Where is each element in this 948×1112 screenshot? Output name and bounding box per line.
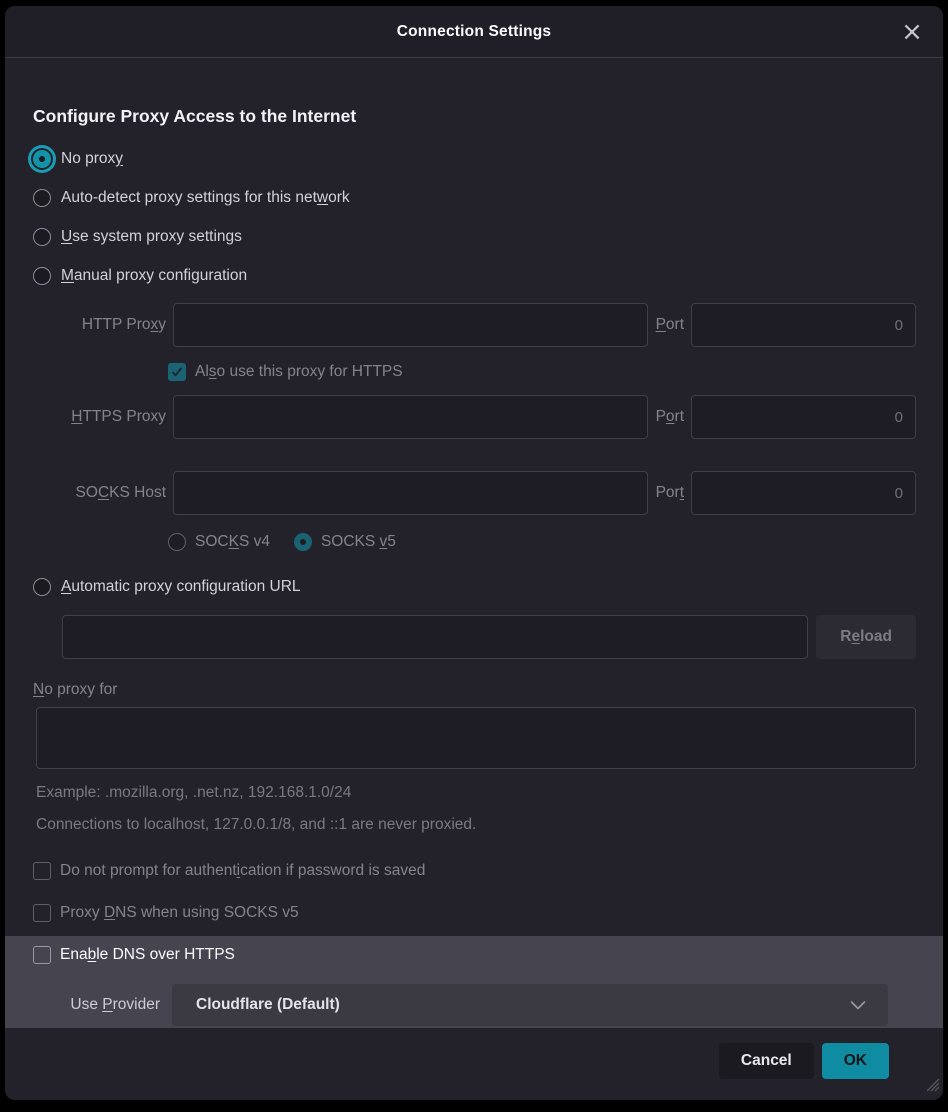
radio-manual-proxy-label: Manual proxy configuration — [61, 267, 247, 285]
connection-settings-dialog: Connection Settings × Configure Proxy Ac… — [5, 6, 943, 1100]
https-port-label: Port — [648, 408, 691, 426]
dns-over-https-section: Enable DNS over HTTPS Use Provider Cloud… — [5, 936, 943, 1028]
dialog-titlebar: Connection Settings × — [5, 6, 943, 58]
http-proxy-input[interactable] — [173, 303, 648, 347]
no-proxy-for-label: No proxy for — [33, 681, 916, 699]
radio-no-proxy[interactable]: No proxy — [33, 139, 916, 178]
radio-no-proxy-label: No proxy — [61, 150, 123, 168]
check-icon — [171, 366, 183, 378]
radio-button-icon[interactable] — [33, 189, 51, 207]
socks-host-input[interactable] — [173, 471, 648, 515]
radio-button-icon[interactable] — [33, 150, 51, 168]
radio-auto-url-label: Automatic proxy configuration URL — [61, 578, 301, 596]
checkbox-share-proxy[interactable]: Also use this proxy for HTTPS — [168, 363, 916, 381]
auto-config-url-input[interactable] — [62, 615, 808, 659]
http-port-label: Port — [648, 316, 691, 334]
provider-row: Use Provider Cloudflare (Default) — [28, 984, 916, 1026]
socks-version-group: SOCKS v4 SOCKS v5 — [168, 529, 916, 555]
radio-auto-detect-label: Auto-detect proxy settings for this netw… — [61, 189, 350, 207]
checkbox-icon[interactable] — [168, 363, 186, 381]
provider-dropdown-value: Cloudflare (Default) — [196, 996, 850, 1014]
provider-dropdown[interactable]: Cloudflare (Default) — [172, 984, 888, 1026]
radio-button-icon[interactable] — [33, 228, 51, 246]
ok-button[interactable]: OK — [822, 1043, 889, 1079]
radio-socks5-label: SOCKS v5 — [321, 533, 396, 551]
checkbox-icon[interactable] — [33, 904, 51, 922]
auto-url-row: Reload — [62, 615, 916, 659]
radio-socks4-label: SOCKS v4 — [195, 533, 270, 551]
chevron-down-icon — [850, 1001, 866, 1010]
checkbox-enable-doh-label: Enable DNS over HTTPS — [60, 946, 235, 964]
no-proxy-note-text: Connections to localhost, 127.0.0.1/8, a… — [36, 816, 916, 834]
use-provider-label: Use Provider — [28, 996, 172, 1014]
checkbox-proxy-dns-label: Proxy DNS when using SOCKS v5 — [60, 904, 299, 922]
socks-port-label: Port — [648, 484, 691, 502]
http-proxy-label: HTTP Proxy — [28, 316, 173, 334]
http-port-input[interactable] — [691, 303, 916, 347]
checkbox-enable-doh[interactable]: Enable DNS over HTTPS — [33, 946, 916, 964]
https-port-input[interactable] — [691, 395, 916, 439]
radio-button-icon[interactable] — [33, 578, 51, 596]
https-proxy-input[interactable] — [173, 395, 648, 439]
close-icon[interactable]: × — [897, 17, 927, 47]
radio-system-proxy[interactable]: Use system proxy settings — [33, 217, 916, 256]
radio-button-icon[interactable] — [33, 267, 51, 285]
resize-grip[interactable] — [926, 1078, 940, 1097]
page-title: Configure Proxy Access to the Internet — [33, 106, 916, 127]
radio-auto-url[interactable]: Automatic proxy configuration URL — [33, 567, 916, 606]
checkbox-proxy-dns[interactable]: Proxy DNS when using SOCKS v5 — [33, 904, 916, 922]
dialog-footer: Cancel OK — [28, 1043, 916, 1079]
no-proxy-for-textarea[interactable] — [36, 707, 916, 769]
dialog-title: Connection Settings — [397, 23, 552, 41]
checkbox-icon[interactable] — [33, 862, 51, 880]
cancel-button[interactable]: Cancel — [719, 1043, 814, 1079]
checkbox-icon[interactable] — [33, 946, 51, 964]
socks-port-input[interactable] — [691, 471, 916, 515]
radio-auto-detect[interactable]: Auto-detect proxy settings for this netw… — [33, 178, 916, 217]
radio-manual-proxy[interactable]: Manual proxy configuration — [33, 256, 916, 295]
checkbox-no-prompt[interactable]: Do not prompt for authentication if pass… — [33, 862, 916, 880]
reload-button[interactable]: Reload — [816, 615, 916, 659]
radio-socks4-icon[interactable] — [168, 533, 186, 551]
socks-host-label: SOCKS Host — [28, 484, 173, 502]
radio-system-proxy-label: Use system proxy settings — [61, 228, 242, 246]
radio-socks5-icon[interactable] — [294, 533, 312, 551]
checkbox-share-proxy-label: Also use this proxy for HTTPS — [195, 363, 403, 381]
no-proxy-example-text: Example: .mozilla.org, .net.nz, 192.168.… — [36, 784, 916, 802]
checkbox-no-prompt-label: Do not prompt for authentication if pass… — [60, 862, 425, 880]
https-proxy-label: HTTPS Proxy — [28, 408, 173, 426]
manual-proxy-group: HTTP Proxy Port Also use this proxy for … — [28, 303, 916, 555]
